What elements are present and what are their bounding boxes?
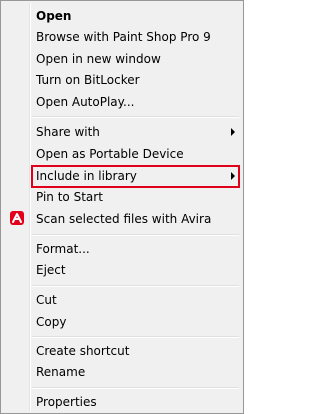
menu-item-label: Create shortcut bbox=[36, 344, 130, 358]
menu-item-properties[interactable]: Properties bbox=[3, 391, 241, 413]
submenu-arrow-icon bbox=[231, 128, 235, 136]
menu-item-turn-on-bitlocker[interactable]: Turn on BitLocker bbox=[3, 69, 241, 91]
menu-item-label: Eject bbox=[36, 263, 66, 277]
menu-item-label: Rename bbox=[36, 365, 86, 379]
menu-item-label: Share with bbox=[36, 125, 100, 139]
menu-item-label: Format... bbox=[36, 242, 90, 256]
menu-item-label: Turn on BitLocker bbox=[36, 73, 140, 87]
menu-item-label: Pin to Start bbox=[36, 190, 103, 204]
menu-item-copy[interactable]: Copy bbox=[3, 311, 241, 333]
avira-icon bbox=[10, 211, 24, 225]
menu-item-label: Open bbox=[36, 9, 72, 23]
menu-item-browse-paint-shop[interactable]: Browse with Paint Shop Pro 9 bbox=[3, 26, 241, 48]
highlight-box bbox=[31, 165, 240, 188]
menu-item-label: Scan selected files with Avira bbox=[36, 212, 212, 226]
menu-item-open-new-window[interactable]: Open in new window bbox=[3, 48, 241, 70]
menu-item-label: Properties bbox=[36, 395, 97, 409]
menu-item-rename[interactable]: Rename bbox=[3, 361, 241, 383]
menu-item-open-autoplay[interactable]: Open AutoPlay... bbox=[3, 91, 241, 113]
menu-separator bbox=[32, 336, 239, 337]
menu-item-share-with[interactable]: Share with bbox=[3, 121, 241, 143]
menu-item-open-portable-device[interactable]: Open as Portable Device bbox=[3, 143, 241, 165]
menu-item-label: Open as Portable Device bbox=[36, 147, 184, 161]
menu-item-eject[interactable]: Eject bbox=[3, 259, 241, 281]
menu-item-label: Cut bbox=[36, 293, 57, 307]
menu-separator bbox=[32, 234, 239, 235]
menu-item-open[interactable]: Open bbox=[3, 5, 241, 27]
menu-item-label: Copy bbox=[36, 315, 67, 329]
menu-item-pin-to-start[interactable]: Pin to Start bbox=[3, 186, 241, 208]
menu-separator bbox=[32, 116, 239, 117]
menu-item-cut[interactable]: Cut bbox=[3, 289, 241, 311]
menu-item-label: Open AutoPlay... bbox=[36, 95, 135, 109]
menu-item-create-shortcut[interactable]: Create shortcut bbox=[3, 340, 241, 362]
menu-separator bbox=[32, 387, 239, 388]
menu-item-scan-avira[interactable]: Scan selected files with Avira bbox=[3, 208, 241, 230]
menu-item-label: Open in new window bbox=[36, 52, 161, 66]
menu-item-label: Browse with Paint Shop Pro 9 bbox=[36, 30, 211, 44]
menu-item-format[interactable]: Format... bbox=[3, 238, 241, 260]
context-menu: Open Browse with Paint Shop Pro 9 Open i… bbox=[0, 0, 244, 414]
menu-separator bbox=[32, 285, 239, 286]
